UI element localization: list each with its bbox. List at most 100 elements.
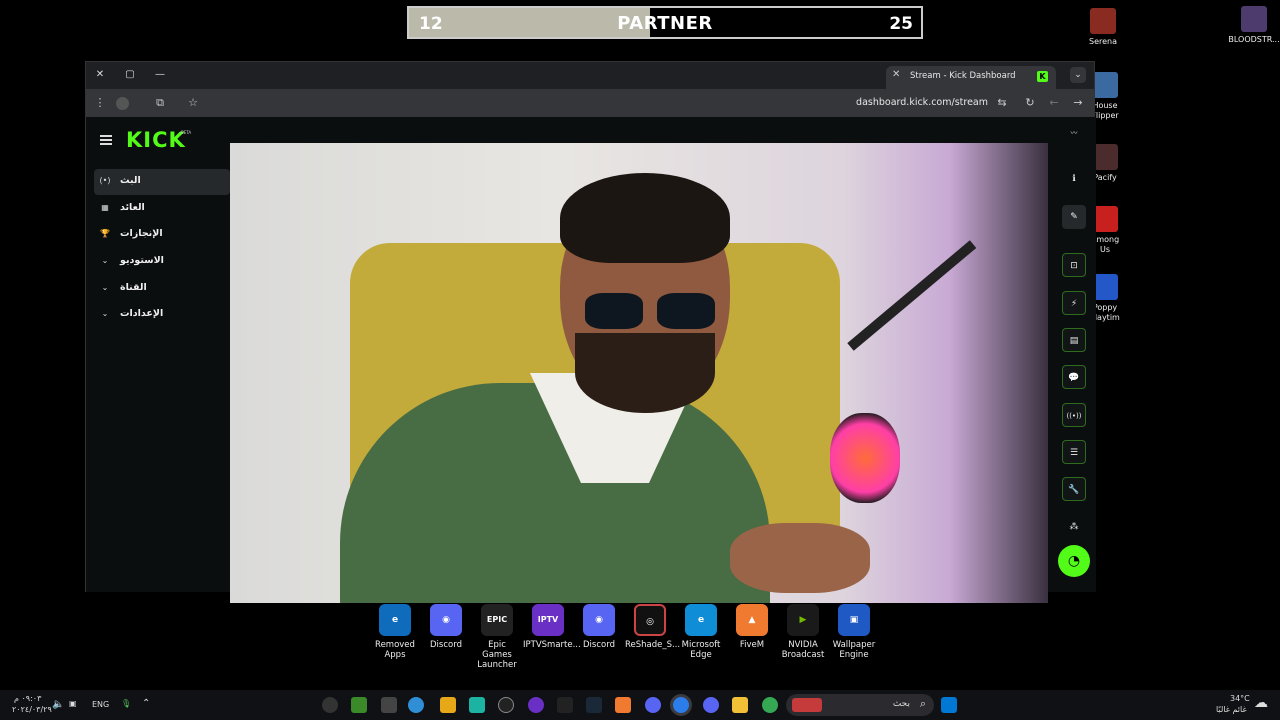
language-indicator[interactable]: ENG [92, 700, 109, 709]
sidebar-item-label: الإعدادات [120, 308, 164, 320]
info-icon[interactable]: ℹ [1062, 167, 1086, 191]
shortcut-nvidia-broadcast[interactable]: ▶ NVIDIA Broadcast [778, 604, 828, 660]
sidebar-item-label: العائد [120, 201, 145, 213]
back-icon[interactable]: → [1070, 95, 1086, 111]
iptv-icon[interactable] [528, 697, 544, 713]
support-headset-button[interactable]: ◔ [1058, 545, 1090, 577]
sidebar-item-achievements[interactable]: 🏆 الإنجازات [94, 222, 230, 248]
weather-desc[interactable]: غائم غالبًا [1216, 705, 1247, 714]
notes-icon[interactable]: ▤ [1062, 328, 1086, 352]
weather-temp[interactable]: 34°C [1230, 694, 1250, 703]
close-tab-icon[interactable]: ✕ [892, 69, 900, 80]
shortcut-epic-games[interactable]: EPIC Epic Games Launcher [472, 604, 522, 670]
discord-icon[interactable] [645, 697, 661, 713]
activity-icon[interactable]: 〰 [1062, 121, 1086, 145]
share-icon[interactable]: ⁂ [1062, 515, 1086, 539]
tab-search-button[interactable]: ⌄ [1070, 67, 1086, 83]
progress-title: PARTNER [617, 13, 713, 34]
chrome-icon[interactable] [673, 697, 689, 713]
app-icon[interactable] [469, 697, 485, 713]
sidebar-item-stream[interactable]: (•) البث [94, 169, 230, 195]
tray-overflow-icon[interactable]: ⌃ [142, 698, 150, 709]
weather-cloud-icon[interactable]: ☁ [1254, 695, 1268, 711]
desktop-icon-label: Serena [1088, 37, 1117, 46]
broadcast-icon[interactable]: ((•)) [1062, 403, 1086, 427]
minimize-window-button[interactable]: — [150, 66, 170, 84]
extensions-icon[interactable]: ⧉ [152, 95, 168, 111]
kick-favicon-icon: K [1037, 71, 1048, 82]
profile-avatar[interactable] [116, 97, 129, 110]
steam-icon[interactable] [498, 697, 514, 713]
pencil-icon[interactable]: ✎ [1062, 205, 1086, 229]
discord-icon: ◉ [430, 604, 462, 636]
clock-date[interactable]: ٢٠٢٤/٠٣/٢٩ [12, 705, 52, 714]
stream-preview-video[interactable] [230, 143, 1048, 603]
layout-icon[interactable]: ☰ [1062, 440, 1086, 464]
shortcut-discord-2[interactable]: ◉ Discord [574, 604, 624, 650]
obs-icon[interactable] [322, 697, 338, 713]
sidebar-item-revenue[interactable]: ▦ العائد [94, 196, 230, 222]
steam-icon[interactable] [586, 697, 602, 713]
chevron-down-icon: ⌄ [101, 309, 109, 319]
shortcut-label: IPTVSmarte... [523, 640, 581, 650]
shortcut-removed-apps[interactable]: e Removed Apps [370, 604, 420, 660]
desktop-icon-label: BLOODSTR... [1228, 35, 1280, 44]
r-app-icon[interactable] [440, 697, 456, 713]
shortcut-label: NVIDIA Broadcast [781, 640, 825, 660]
windows-start-icon[interactable] [941, 697, 957, 713]
reload-icon[interactable]: ↻ [1022, 95, 1038, 111]
epic-games-icon: EPIC [481, 604, 513, 636]
sidebar-item-channel[interactable]: ⌄ القناة [94, 276, 230, 302]
clock-time[interactable]: ٠٩:٠٣ م [14, 694, 41, 703]
chrome-icon[interactable] [762, 697, 778, 713]
sidebar-item-studio[interactable]: ⌄ الاستوديو [94, 249, 230, 275]
shortcut-wallpaper-engine[interactable]: ▣ Wallpaper Engine [829, 604, 879, 660]
network-icon[interactable]: ▣ [69, 699, 77, 708]
shortcut-microsoft-edge[interactable]: e Microsoft Edge [676, 604, 726, 660]
cheat-tool-icon[interactable] [381, 697, 397, 713]
browser-menu-icon[interactable]: ⋮ [92, 95, 108, 111]
shortcut-discord[interactable]: ◉ Discord [421, 604, 471, 650]
site-settings-icon[interactable]: ⇆ [994, 95, 1010, 111]
hamburger-menu-icon[interactable] [100, 135, 112, 145]
sidebar-item-label: البث [120, 175, 141, 186]
desktop-icon-serena[interactable]: Serena [1075, 8, 1131, 47]
bookmark-star-icon[interactable]: ☆ [185, 95, 201, 111]
taskbar-search[interactable]: بحث ⌕ [786, 694, 934, 716]
close-window-button[interactable]: ✕ [90, 66, 110, 84]
shortcut-label: Removed Apps [375, 640, 415, 660]
fivem-icon[interactable] [615, 697, 631, 713]
kick-dashboard-page: KICK BETA (•) البث ▦ العائد 🏆 الإنجازات … [86, 117, 1096, 603]
minecraft-icon[interactable] [351, 697, 367, 713]
edge-icon: e [379, 604, 411, 636]
edge-icon: e [685, 604, 717, 636]
iptv-icon: IPTV [532, 604, 564, 636]
nvidia-icon: ▶ [787, 604, 819, 636]
progress-target-value: 25 [889, 14, 913, 34]
shortcut-label: Wallpaper Engine [832, 640, 876, 660]
tab-kick-dashboard[interactable]: ✕ Stream - Kick Dashboard K [886, 66, 1056, 89]
forward-icon[interactable]: ← [1046, 95, 1062, 111]
camera-icon[interactable]: ⊡ [1062, 253, 1086, 277]
shortcut-fivem[interactable]: ▲ FiveM [727, 604, 777, 650]
shortcut-reshade[interactable]: ◎ ReShade_S... [625, 604, 680, 650]
epic-games-icon[interactable] [557, 697, 573, 713]
title-bar: ✕ ▢ — + ✕ Stream - Kick Dashboard K ⌄ [86, 62, 1094, 89]
chat-icon[interactable]: 💬 [1062, 365, 1086, 389]
kick-logo[interactable]: KICK [126, 128, 186, 152]
file-explorer-icon[interactable] [732, 697, 748, 713]
microphone-icon[interactable]: 🎙 [121, 699, 131, 708]
volume-icon[interactable]: 🔈 [52, 699, 64, 710]
wrench-icon[interactable]: 🔧 [1062, 477, 1086, 501]
address-bar[interactable]: dashboard.kick.com/stream [856, 97, 988, 108]
discord-icon[interactable] [703, 697, 719, 713]
app-icon[interactable] [408, 697, 424, 713]
discord-icon: ◉ [583, 604, 615, 636]
sidebar-item-settings[interactable]: ⌄ الإعدادات [94, 302, 230, 328]
shortcut-iptv[interactable]: IPTV IPTVSmarte... [523, 604, 581, 650]
desktop-icon-bloodstrike[interactable]: BLOODSTR... [1226, 6, 1280, 45]
broadcast-icon: (•) [99, 176, 111, 185]
maximize-window-button[interactable]: ▢ [120, 66, 140, 84]
lightning-icon[interactable]: ⚡ [1062, 291, 1086, 315]
search-icon: ⌕ [919, 697, 926, 710]
